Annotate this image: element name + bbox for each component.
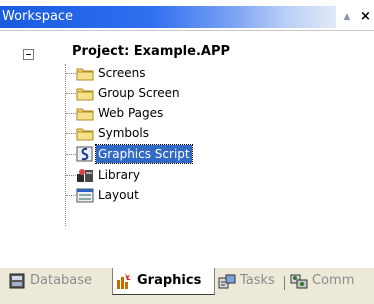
project-tree: Project: Example.APP Screens Group Scree… (0, 30, 374, 267)
folder-icon (76, 105, 94, 121)
tab-label: Tasks (240, 273, 275, 288)
workspace-tab-bar: Database Graphics Tasks Comm (0, 267, 374, 304)
collapse-toggle-icon[interactable] (23, 49, 34, 60)
folder-icon (76, 65, 94, 81)
tab-label: Comm (312, 273, 355, 288)
tasks-icon (218, 272, 236, 290)
tab-separator (284, 276, 285, 290)
workspace-title: Workspace (2, 9, 74, 24)
tab-tasks[interactable]: Tasks (218, 268, 282, 304)
close-icon[interactable]: × (360, 8, 374, 26)
folder-icon (76, 85, 94, 101)
workspace-panel: Workspace ▲ × Project: Example.APP Scree… (0, 0, 374, 304)
tree-item-label: Layout (98, 188, 139, 202)
workspace-titlebar: Workspace ▲ × (0, 6, 374, 28)
folder-icon (76, 125, 94, 141)
layout-icon (76, 187, 94, 203)
tree-item-label: Web Pages (98, 106, 164, 120)
database-icon (8, 272, 26, 290)
tree-root-label[interactable]: Project: Example.APP (72, 44, 230, 60)
tree-connector-line (65, 64, 66, 226)
tab-comm[interactable]: Comm (290, 268, 370, 304)
scroll-up-icon[interactable]: ▲ (340, 8, 354, 26)
tree-item-label: Library (98, 168, 140, 182)
comm-icon (290, 272, 308, 290)
tree-item-label: Symbols (98, 126, 149, 140)
tab-database[interactable]: Database (8, 268, 110, 304)
tree-item-label: Group Screen (98, 86, 180, 100)
graphics-icon (115, 272, 133, 290)
tree-item-label: Graphics Script (95, 144, 193, 164)
script-icon (76, 146, 94, 162)
tab-label: Graphics (137, 273, 202, 288)
library-icon (76, 167, 94, 183)
tab-label: Database (30, 273, 93, 288)
tab-graphics[interactable]: Graphics (112, 268, 215, 295)
tree-item-label: Screens (98, 66, 146, 80)
